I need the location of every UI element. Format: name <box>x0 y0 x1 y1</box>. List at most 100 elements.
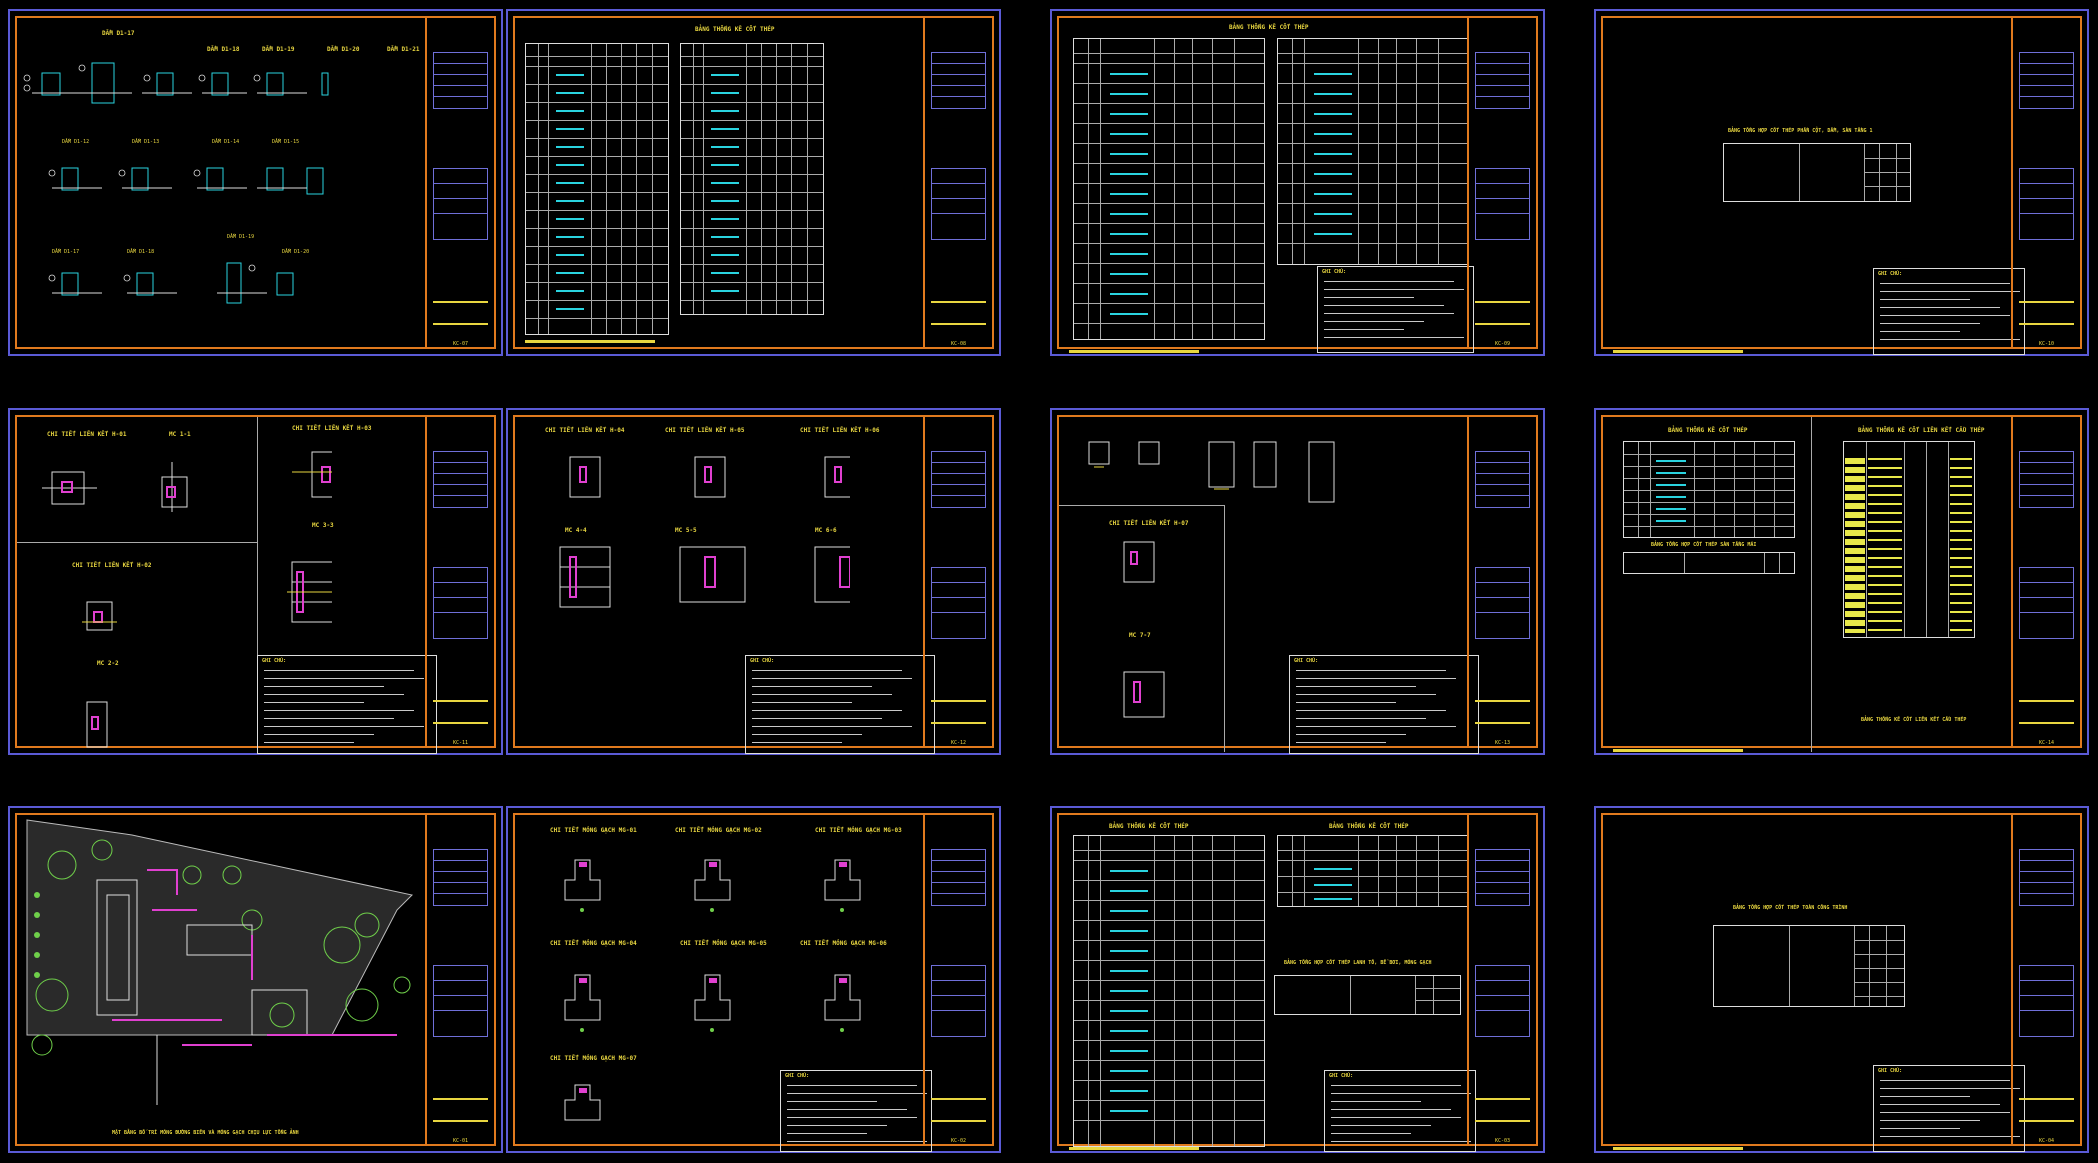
svg-text:DẦM D1-17: DẦM D1-17 <box>52 248 79 255</box>
notes-title: GHI CHÚ: <box>750 658 775 664</box>
sheet-project-rebar-summary[interactable]: BẢNG TỔNG HỢP CỐT THÉP TOÀN CÔNG TRÌNH G… <box>1594 806 2089 1153</box>
drawing-code: KC-04 <box>2038 1138 2055 1144</box>
title-block: KC-11 <box>425 417 494 746</box>
rebar-table <box>680 43 824 315</box>
drawing-code: KC-01 <box>452 1138 469 1144</box>
sheet-title: BẢNG TỔNG HỢP CỐT THÉP PHẦN CỘT, DẦM, SÀ… <box>1728 128 1873 134</box>
sheet-title: MẶT BẰNG BỐ TRÍ MÓNG ĐƯỜNG BIÊN VÀ MÓNG … <box>112 1130 299 1136</box>
sheet-connection-details[interactable]: CHI TIẾT LIÊN KẾT H-01 MC 1-1 CHI TIẾT L… <box>8 408 503 755</box>
table-title: BẢNG THỐNG KÊ CỐT LIÊN KẾT CẦU THÉP <box>1858 427 1985 434</box>
sheet-frame: BẢNG THỐNG KÊ CỐT THÉP BẢNG THỐNG KÊ CỐT… <box>1057 813 1538 1152</box>
summary-table <box>1713 925 1905 1007</box>
beam-section-drawings: DẦM D1-12 DẦM D1-13 DẦM D1-14 DẦM D1-15 DẦ… <box>23 62 329 304</box>
svg-text:DẦM D1-19: DẦM D1-19 <box>227 233 254 240</box>
drawing-code: KC-13 <box>1494 740 1511 746</box>
detail-label: CHI TIẾT LIÊN KẾT H-06 <box>800 427 880 434</box>
title-block: KC-10 <box>2011 18 2080 347</box>
sheet-brick-foundations[interactable]: CHI TIẾT MÓNG GẠCH MG-01 CHI TIẾT MÓNG G… <box>506 806 1001 1153</box>
svg-text:DẦM D1-12: DẦM D1-12 <box>62 138 89 145</box>
cad-layout-canvas[interactable]: DẦM D1-17 DẦM D1-18 DẦM D1-19 DẦM D1-20 … <box>0 0 2098 1163</box>
notes-title: GHI CHÚ: <box>785 1073 810 1079</box>
sheet-frame: BẢNG TỔNG HỢP CỐT THÉP TOÀN CÔNG TRÌNH G… <box>1601 813 2082 1152</box>
sheet-rebar-schedule-notes[interactable]: BẢNG THỐNG KÊ CỐT THÉP GHI CHÚ: KC-09 <box>1050 9 1545 356</box>
sheet-rebar-schedule[interactable]: BẢNG THỐNG KÊ CỐT THÉP KC-08 <box>506 9 1001 356</box>
drawing-code: KC-11 <box>452 740 469 746</box>
notes-box: GHI CHÚ: <box>745 655 935 754</box>
title-block: KC-09 <box>1467 18 1536 347</box>
sheet-connection-details-3[interactable]: CHI TIẾT LIÊN KẾT H-07 MC 7-7 GHI CHÚ: K… <box>1050 408 1545 755</box>
rebar-table <box>1277 38 1469 265</box>
table-title: BẢNG THỐNG KÊ CỐT THÉP <box>1329 823 1409 830</box>
title-block: KC-12 <box>923 417 992 746</box>
notes-title: GHI CHÚ: <box>1294 658 1319 664</box>
sheet-title: BẢNG THỐNG KÊ CỐT THÉP <box>1109 823 1189 830</box>
sheet-title: BẢNG THỐNG KÊ CỐT THÉP <box>695 26 775 33</box>
sheet-frame: BẢNG THỐNG KÊ CỐT THÉP GHI CHÚ: KC-09 <box>1057 16 1538 353</box>
sheet-title: CHI TIẾT LIÊN KẾT H-04 <box>545 427 625 434</box>
summary-table <box>1623 552 1795 574</box>
sheet-frame: MẶT BẰNG BỐ TRÍ MÓNG ĐƯỜNG BIÊN VÀ MÓNG … <box>15 813 496 1146</box>
svg-text:DẦM D1-15: DẦM D1-15 <box>272 138 299 145</box>
connection-rebar-table <box>1843 441 1975 638</box>
svg-text:DẦM D1-13: DẦM D1-13 <box>132 138 159 145</box>
rebar-table <box>525 43 669 335</box>
rebar-table <box>1277 835 1469 907</box>
sheet-frame: BẢNG TỔNG HỢP CỐT THÉP PHẦN CỘT, DẦM, SÀ… <box>1601 16 2082 355</box>
title-block: KC-03 <box>1467 815 1536 1144</box>
notes-title: GHI CHÚ: <box>1878 271 1903 277</box>
sheet-rebar-summary[interactable]: BẢNG TỔNG HỢP CỐT THÉP PHẦN CỘT, DẦM, SÀ… <box>1594 9 2089 356</box>
notes-title: GHI CHÚ: <box>1322 269 1347 275</box>
connection-drawings <box>559 456 850 608</box>
sheet-connection-details-2[interactable]: CHI TIẾT LIÊN KẾT H-04 CHI TIẾT LIÊN KẾT… <box>506 408 1001 755</box>
table-title: BẢNG TỔNG HỢP CỐT THÉP LANH TÔ, BỂ BƠI, … <box>1284 960 1432 966</box>
sheet-title: DẦM D1-17 <box>102 30 135 37</box>
notes-box: GHI CHÚ: <box>1317 266 1474 353</box>
sheet-frame: DẦM D1-17 DẦM D1-18 DẦM D1-19 DẦM D1-20 … <box>15 16 496 349</box>
table-title: BẢNG TỔNG HỢP CỐT THÉP SÀN TẦNG MÁI <box>1651 542 1757 548</box>
sheet-beam-sections[interactable]: DẦM D1-17 DẦM D1-18 DẦM D1-19 DẦM D1-20 … <box>8 9 503 356</box>
table-title: BẢNG THỐNG KÊ CỐT LIÊN KẾT CẦU THÉP <box>1861 717 1967 723</box>
drawing-code: KC-07 <box>452 341 469 347</box>
sheet-frame: BẢNG THỐNG KÊ CỐT THÉP KC-08 <box>513 16 994 349</box>
sheet-frame: CHI TIẾT LIÊN KẾT H-04 CHI TIẾT LIÊN KẾT… <box>513 415 994 754</box>
title-block: KC-13 <box>1467 417 1536 746</box>
notes-box: GHI CHÚ: <box>1324 1070 1476 1152</box>
rebar-table <box>1073 38 1265 340</box>
svg-text:DẦM D1-18: DẦM D1-18 <box>127 248 154 255</box>
site-plan-drawing <box>26 819 414 1105</box>
notes-title: GHI CHÚ: <box>1329 1073 1354 1079</box>
title-block: KC-14 <box>2011 417 2080 746</box>
title-block: KC-04 <box>2011 815 2080 1144</box>
sheet-title: BẢNG THỐNG KÊ CỐT THÉP <box>1229 24 1309 31</box>
sheet-rebar-yellow-table[interactable]: BẢNG THỐNG KÊ CỐT THÉP BẢNG THỐNG KÊ CỐT… <box>1594 408 2089 755</box>
notes-box: GHI CHÚ: <box>780 1070 932 1152</box>
sheet-title: BẢNG THỐNG KÊ CỐT THÉP <box>1668 427 1748 434</box>
summary-table <box>1274 975 1461 1015</box>
rebar-table <box>1623 441 1795 538</box>
notes-title: GHI CHÚ: <box>262 658 287 664</box>
notes-box: GHI CHÚ: <box>1873 268 2025 355</box>
drawing-code: KC-02 <box>950 1138 967 1144</box>
sheet-title: BẢNG TỔNG HỢP CỐT THÉP TOÀN CÔNG TRÌNH <box>1733 905 1848 911</box>
notes-box: GHI CHÚ: <box>1289 655 1479 754</box>
sheet-frame: CHI TIẾT LIÊN KẾT H-07 MC 7-7 GHI CHÚ: K… <box>1057 415 1538 754</box>
rebar-table <box>1073 835 1265 1147</box>
title-block: KC-02 <box>923 815 992 1144</box>
drawing-code: KC-12 <box>950 740 967 746</box>
drawing-code: KC-14 <box>2038 740 2055 746</box>
sheet-site-plan[interactable]: MẶT BẰNG BỐ TRÍ MÓNG ĐƯỜNG BIÊN VÀ MÓNG … <box>8 806 503 1153</box>
title-block: KC-08 <box>923 18 992 347</box>
drawing-code: KC-03 <box>1494 1138 1511 1144</box>
revision-table <box>433 52 488 109</box>
notes-box: GHI CHÚ: <box>1873 1065 2025 1152</box>
beam-label: DẦM D1-21 <box>387 46 420 53</box>
svg-text:DẦM D1-20: DẦM D1-20 <box>282 248 309 255</box>
detail-label: CHI TIẾT LIÊN KẾT H-05 <box>665 427 745 434</box>
drawing-code: KC-10 <box>2038 341 2055 347</box>
sheet-frame: CHI TIẾT MÓNG GẠCH MG-01 CHI TIẾT MÓNG G… <box>513 813 994 1152</box>
svg-text:DẦM D1-14: DẦM D1-14 <box>212 138 239 145</box>
notes-title: GHI CHÚ: <box>1878 1068 1903 1074</box>
drawing-code: KC-08 <box>950 341 967 347</box>
sheet-rebar-schedule-3[interactable]: BẢNG THỐNG KÊ CỐT THÉP BẢNG THỐNG KÊ CỐT… <box>1050 806 1545 1153</box>
title-block: KC-01 <box>425 815 494 1144</box>
